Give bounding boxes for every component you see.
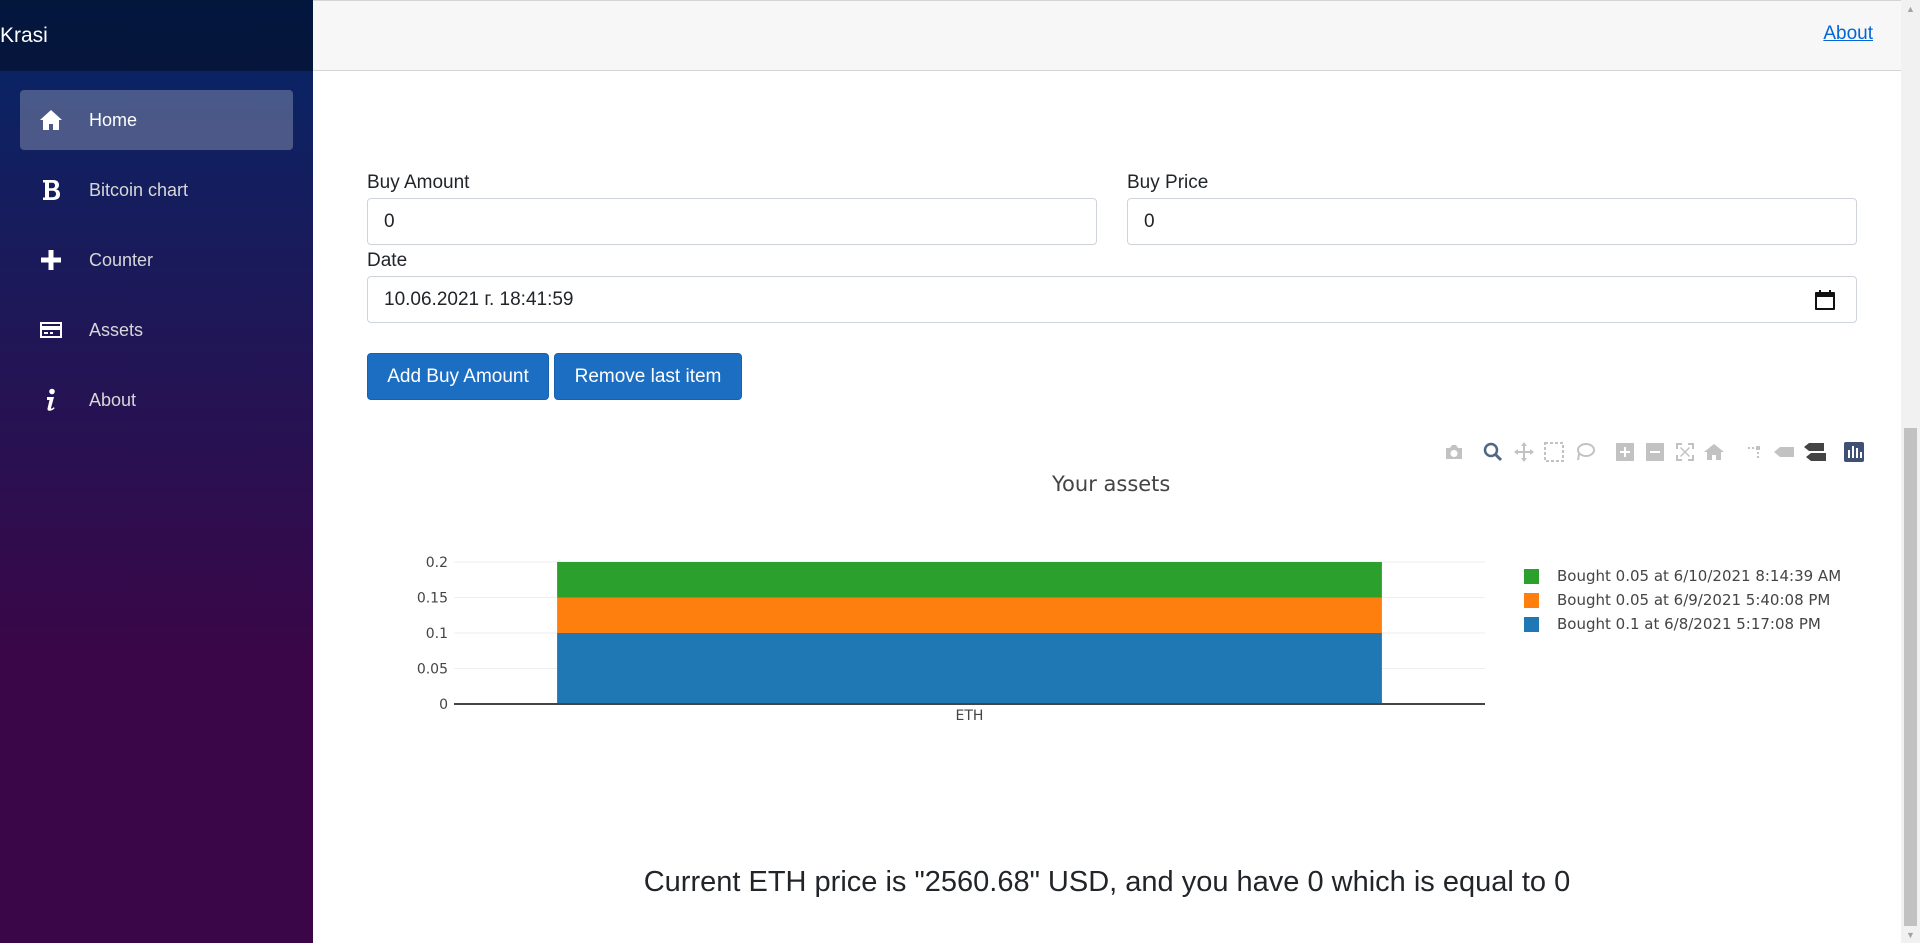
y-tick-label: 0 <box>439 697 448 713</box>
legend-label: Bought 0.1 at 6/8/2021 5:17:08 PM <box>1557 615 1821 633</box>
zoom-in-icon[interactable] <box>1614 441 1636 463</box>
sidebar: Krasi Home Bitcoin chart Counter Assets <box>0 0 313 943</box>
legend-swatch <box>1524 616 1539 632</box>
sidebar-item-bitcoin-chart[interactable]: Bitcoin chart <box>20 160 293 220</box>
bar-segment <box>557 597 1382 633</box>
page-scrollbar[interactable]: ▲ ▼ <box>1901 0 1920 943</box>
legend-item[interactable]: Bought 0.05 at 6/10/2021 8:14:39 AM <box>1524 564 1841 588</box>
sidebar-item-assets[interactable]: Assets <box>20 300 293 360</box>
sidebar-item-label: Home <box>89 109 138 130</box>
hover-closest-icon[interactable] <box>1773 441 1795 463</box>
sidebar-item-about[interactable]: About <box>20 370 293 430</box>
lasso-select-icon[interactable] <box>1574 441 1596 463</box>
bar-segment <box>557 562 1382 598</box>
autoscale-icon[interactable] <box>1674 441 1696 463</box>
remove-last-item-button[interactable]: Remove last item <box>554 353 742 400</box>
hover-compare-icon[interactable] <box>1804 441 1826 463</box>
top-row: About <box>313 0 1901 71</box>
plus-icon <box>39 248 63 272</box>
home-icon <box>39 108 63 132</box>
y-tick-label: 0.05 <box>417 662 448 678</box>
zoom-out-icon[interactable] <box>1644 441 1666 463</box>
spike-lines-icon[interactable] <box>1742 441 1764 463</box>
sidebar-item-home[interactable]: Home <box>20 90 293 150</box>
y-tick-label: 0.1 <box>426 626 448 642</box>
sidebar-item-label: Bitcoin chart <box>89 179 189 200</box>
bar-segment <box>557 633 1382 704</box>
x-tick-label: ETH <box>956 708 984 724</box>
calendar-icon[interactable] <box>1814 289 1836 311</box>
camera-icon[interactable] <box>1443 441 1465 463</box>
credit-card-icon <box>39 318 63 342</box>
buy-amount-input[interactable]: 0 <box>367 198 1097 245</box>
info-icon <box>39 388 63 412</box>
bitcoin-icon <box>39 178 63 202</box>
brand-link[interactable]: Krasi <box>0 24 48 48</box>
legend-label: Bought 0.05 at 6/10/2021 8:14:39 AM <box>1557 567 1842 585</box>
buy-price-label: Buy Price <box>1127 172 1209 193</box>
date-input[interactable]: 10.06.2021 г. 18:41:59 <box>367 276 1857 323</box>
date-label: Date <box>367 250 408 271</box>
scroll-up-arrow-icon[interactable]: ▲ <box>1901 0 1920 17</box>
sidebar-item-label: Counter <box>89 249 154 270</box>
buy-price-value: 0 <box>1144 210 1155 232</box>
buy-price-input[interactable]: 0 <box>1127 198 1857 245</box>
sidebar-item-counter[interactable]: Counter <box>20 230 293 290</box>
box-select-icon[interactable] <box>1543 441 1565 463</box>
scroll-down-arrow-icon[interactable]: ▼ <box>1901 926 1920 943</box>
legend-swatch <box>1524 592 1539 608</box>
buy-amount-label: Buy Amount <box>367 172 470 193</box>
reset-axes-icon[interactable] <box>1703 441 1725 463</box>
sidebar-item-label: About <box>89 389 137 410</box>
legend-item[interactable]: Bought 0.1 at 6/8/2021 5:17:08 PM <box>1524 612 1841 636</box>
date-value: 10.06.2021 г. 18:41:59 <box>384 288 574 310</box>
scrollbar-thumb[interactable] <box>1904 428 1917 926</box>
plotly-logo-icon[interactable] <box>1843 441 1865 463</box>
about-link[interactable]: About <box>1823 23 1873 45</box>
legend-label: Bought 0.05 at 6/9/2021 5:40:08 PM <box>1557 591 1831 609</box>
brand-bar: Krasi <box>0 0 313 71</box>
add-buy-amount-button[interactable]: Add Buy Amount <box>367 353 549 400</box>
y-tick-label: 0.2 <box>426 555 448 571</box>
sidebar-item-label: Assets <box>89 319 144 340</box>
zoom-icon[interactable] <box>1482 441 1504 463</box>
assets-bar-chart: 0 0.05 0.1 0.15 0.2 ETH <box>417 555 1485 724</box>
legend-swatch <box>1524 568 1539 584</box>
chart-title: Your assets <box>1052 472 1171 496</box>
eth-price-summary: Current ETH price is "2560.68" USD, and … <box>643 866 1571 898</box>
buy-amount-value: 0 <box>384 210 395 232</box>
nav-menu: Home Bitcoin chart Counter Assets About <box>0 71 313 430</box>
pan-icon[interactable] <box>1513 441 1535 463</box>
legend-item[interactable]: Bought 0.05 at 6/9/2021 5:40:08 PM <box>1524 588 1841 612</box>
y-tick-label: 0.15 <box>417 591 448 607</box>
chart-legend: Bought 0.05 at 6/10/2021 8:14:39 AM Boug… <box>1524 564 1841 636</box>
